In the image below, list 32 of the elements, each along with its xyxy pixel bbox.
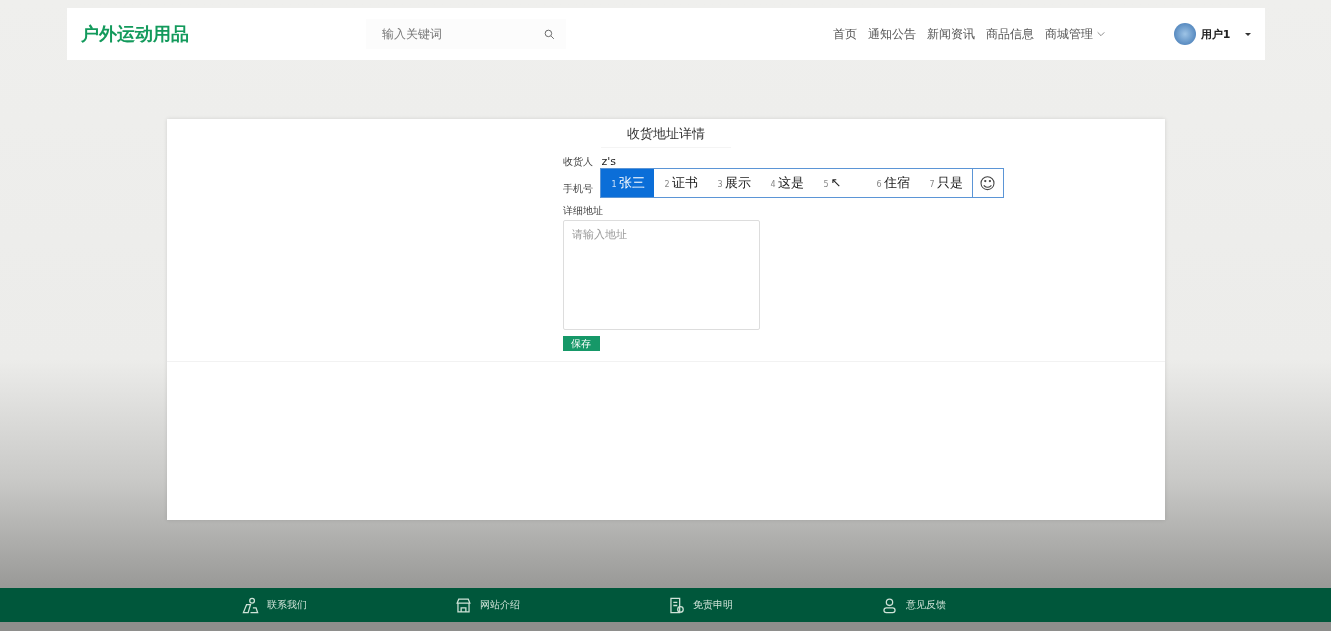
avatar-icon[interactable]: [1173, 23, 1196, 45]
save-button[interactable]: 保存: [562, 336, 600, 351]
ime-candidate[interactable]: 7 只是: [918, 169, 972, 197]
chevron-down-icon: [1095, 29, 1106, 39]
ime-candidate[interactable]: 2 证书: [653, 169, 707, 197]
nav-link[interactable]: 商品信息: [985, 25, 1034, 43]
person-sign-icon: [241, 595, 260, 615]
site-logo[interactable]: 户外运动用品: [80, 22, 366, 46]
nav-link[interactable]: 商城管理: [1044, 25, 1106, 43]
page-title: 收货地址详情: [600, 119, 731, 148]
footer-link[interactable]: 网站介绍: [480, 598, 520, 612]
footer-link[interactable]: 意见反馈: [906, 598, 946, 612]
search-icon[interactable]: [542, 27, 556, 41]
ime-candidate[interactable]: 5↖: [812, 169, 866, 197]
nav-link[interactable]: 通知公告: [867, 25, 916, 43]
document-icon: [667, 595, 686, 615]
ime-candidate[interactable]: 4 这是: [759, 169, 813, 197]
ime-candidate[interactable]: 1 张三: [600, 169, 654, 197]
field-label: 详细地址: [562, 204, 604, 218]
footer-link[interactable]: 联系我们: [267, 598, 307, 612]
search-field[interactable]: 输入关键词: [379, 26, 543, 42]
emoji-button[interactable]: ☺: [971, 169, 1003, 197]
field-label: 收货人: [562, 154, 594, 169]
caret-icon[interactable]: [1244, 32, 1251, 36]
user-name[interactable]: 用户1: [1200, 26, 1231, 42]
footer-link[interactable]: 免责申明: [693, 598, 733, 612]
ime-candidate[interactable]: 6 住宿: [865, 169, 919, 197]
nav-link[interactable]: 新闻资讯: [926, 25, 975, 43]
nav-link[interactable]: 首页: [832, 25, 857, 43]
field-label: 手机号: [562, 181, 594, 196]
ime-candidate[interactable]: 3 展示: [706, 169, 760, 197]
address-field[interactable]: 请输入地址: [562, 220, 760, 330]
